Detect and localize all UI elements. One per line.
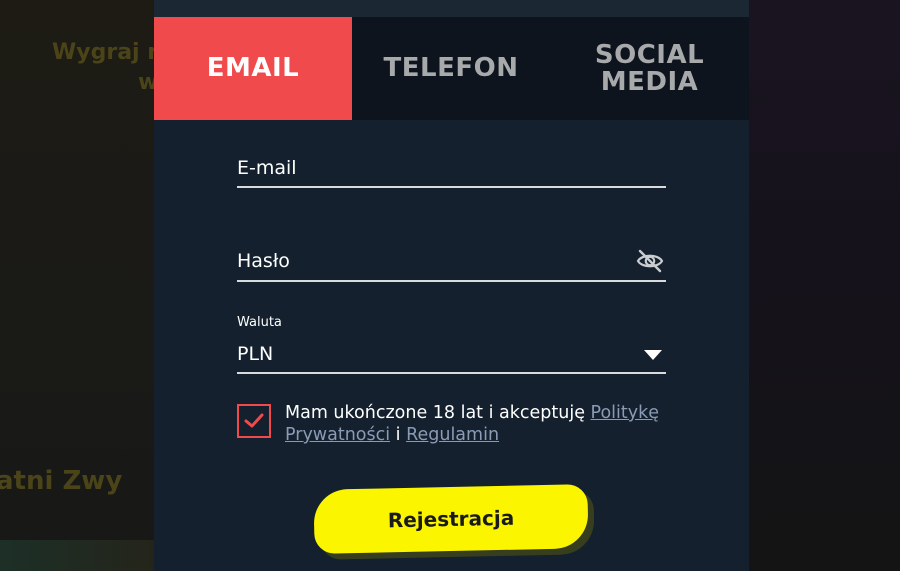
currency-select[interactable]: PLN	[237, 338, 666, 374]
terms-link[interactable]: Regulamin	[406, 425, 499, 445]
background-promo-text: Wygraj n w	[52, 38, 154, 98]
background-thumbnail	[0, 540, 154, 571]
tab-social-media[interactable]: SOCIAL MEDIA	[550, 17, 749, 120]
background-right	[749, 0, 900, 571]
caret-down-icon	[644, 350, 662, 360]
consent-and: i	[390, 425, 407, 445]
consent-text: Mam ukończone 18 lat i akceptuję Polityk…	[285, 402, 680, 446]
tab-telefon[interactable]: TELEFON	[352, 17, 550, 120]
consent-checkbox[interactable]	[237, 404, 271, 438]
modal-top-bar	[154, 0, 749, 17]
register-button[interactable]: Rejestracja	[313, 484, 589, 554]
background-promo-line2: w	[138, 70, 154, 95]
eye-slash-icon[interactable]	[636, 247, 664, 275]
password-placeholder: Hasło	[237, 250, 290, 272]
background-winners-heading: atni Zwy	[0, 466, 123, 496]
background-left: Wygraj n w atni Zwy	[0, 0, 154, 571]
consent-statement: Mam ukończone 18 lat i akceptuję	[285, 403, 591, 423]
checkmark-icon	[244, 413, 264, 428]
registration-tabs: EMAIL TELEFON SOCIAL MEDIA	[154, 17, 749, 120]
currency-value: PLN	[237, 343, 274, 365]
email-placeholder: E-mail	[237, 157, 297, 179]
tab-email[interactable]: EMAIL	[154, 17, 352, 120]
background-promo-line1: Wygraj n	[52, 40, 154, 65]
email-field[interactable]: E-mail	[237, 152, 666, 188]
password-field[interactable]: Hasło	[237, 245, 666, 282]
registration-modal: EMAIL TELEFON SOCIAL MEDIA E-mail Hasło …	[154, 0, 749, 571]
currency-label: Waluta	[237, 315, 282, 330]
